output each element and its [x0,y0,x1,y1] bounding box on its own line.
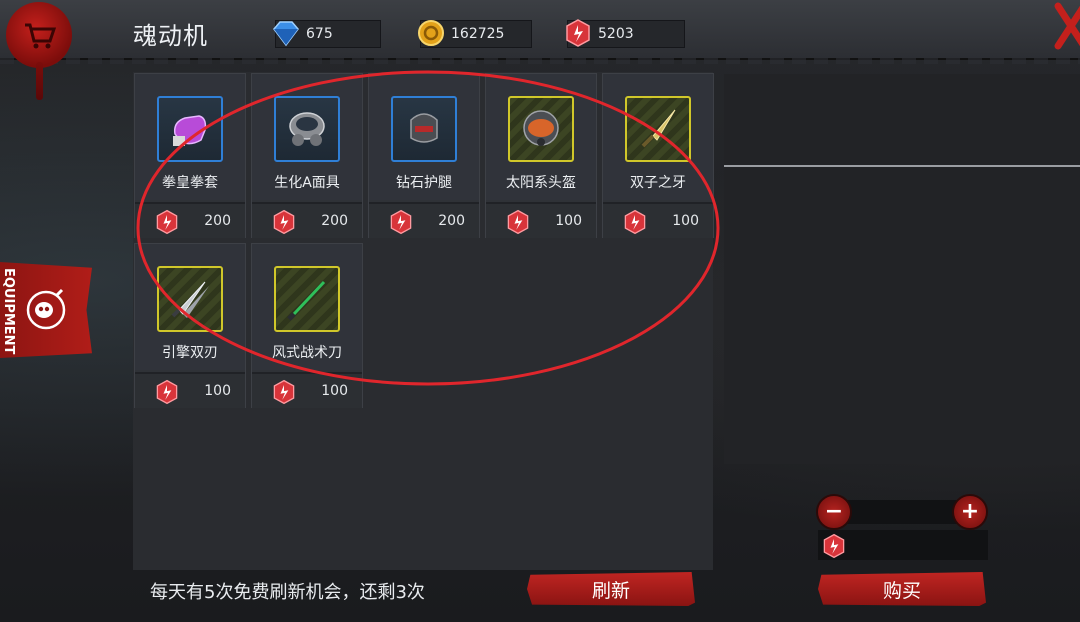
item-price: 200 [369,202,479,238]
leg-armor-icon [391,96,457,162]
gem-currency: 675 [273,20,381,48]
soul-crystal-icon [273,379,295,405]
item-price-value: 100 [321,383,348,399]
shop-item-card[interactable]: 钻石护腿 200 [368,73,480,238]
twin-blades-icon [157,266,223,332]
gold-coin-icon [418,20,444,46]
minus-button[interactable]: − [816,494,852,530]
close-icon[interactable] [1050,0,1080,52]
item-price-value: 100 [204,383,231,399]
tab-equipment-label: EQUIPMENT [1,268,16,355]
item-name: 拳皇拳套 [162,175,218,191]
soul-crystal-icon [156,209,178,235]
helmet-icon [508,96,574,162]
gold-currency: 162725 [418,20,532,48]
divider [724,165,1080,167]
item-price-value: 100 [672,213,699,229]
gas-mask-icon [274,96,340,162]
quantity-stepper: − + [816,494,988,530]
item-price: 100 [603,202,713,238]
soul-crystal-icon [156,379,178,405]
gem-amount: 675 [306,26,333,42]
plus-button[interactable]: + [952,494,988,530]
refresh-button[interactable]: 刷新 [527,572,695,606]
item-name: 生化A面具 [274,175,340,191]
gold-amount: 162725 [451,26,505,42]
refresh-info-text: 每天有5次免费刷新机会，还剩3次 [150,582,425,603]
soul-amount: 5203 [598,26,634,42]
shop-item-card[interactable]: 风式战术刀 100 [251,243,363,408]
item-price-value: 200 [321,213,348,229]
item-detail-panel [724,74,1080,464]
item-name: 风式战术刀 [272,345,342,361]
soul-crystal-icon [823,533,845,559]
soul-crystal-icon [624,209,646,235]
dagger-icon [625,96,691,162]
shop-item-card[interactable]: 引擎双刃 100 [134,243,246,408]
item-name: 钻石护腿 [396,175,452,191]
shop-cart-icon [6,2,72,100]
shop-item-card[interactable]: 双子之牙 100 [602,73,714,238]
soul-crystal-icon [507,209,529,235]
minus-icon: − [824,499,844,524]
item-name: 双子之牙 [630,175,686,191]
soul-currency: 5203 [566,19,685,48]
shop-item-card[interactable]: 生化A面具 200 [251,73,363,238]
total-cost [818,530,988,560]
tactical-knife-icon [274,266,340,332]
page-title: 魂动机 [133,22,208,50]
item-price-value: 100 [555,213,582,229]
soul-crystal-icon [390,209,412,235]
item-name: 引擎双刃 [162,345,218,361]
gem-icon [273,21,299,47]
item-price: 200 [135,202,245,238]
buy-button[interactable]: 购买 [818,572,986,606]
item-price: 100 [135,372,245,408]
item-price: 100 [486,202,596,238]
item-price: 200 [252,202,362,238]
skull-emblem-icon [26,288,66,330]
tab-equipment[interactable]: EQUIPMENT [0,262,92,358]
item-price: 100 [252,372,362,408]
plus-icon: + [960,499,980,524]
soul-crystal-icon [566,19,590,47]
item-price-value: 200 [204,213,231,229]
shop-item-card[interactable]: 太阳系头盔 100 [485,73,597,238]
item-price-value: 200 [438,213,465,229]
soul-crystal-icon [273,209,295,235]
shop-item-card[interactable]: 拳皇拳套 200 [134,73,246,238]
gauntlet-icon [157,96,223,162]
item-name: 太阳系头盔 [506,175,576,191]
